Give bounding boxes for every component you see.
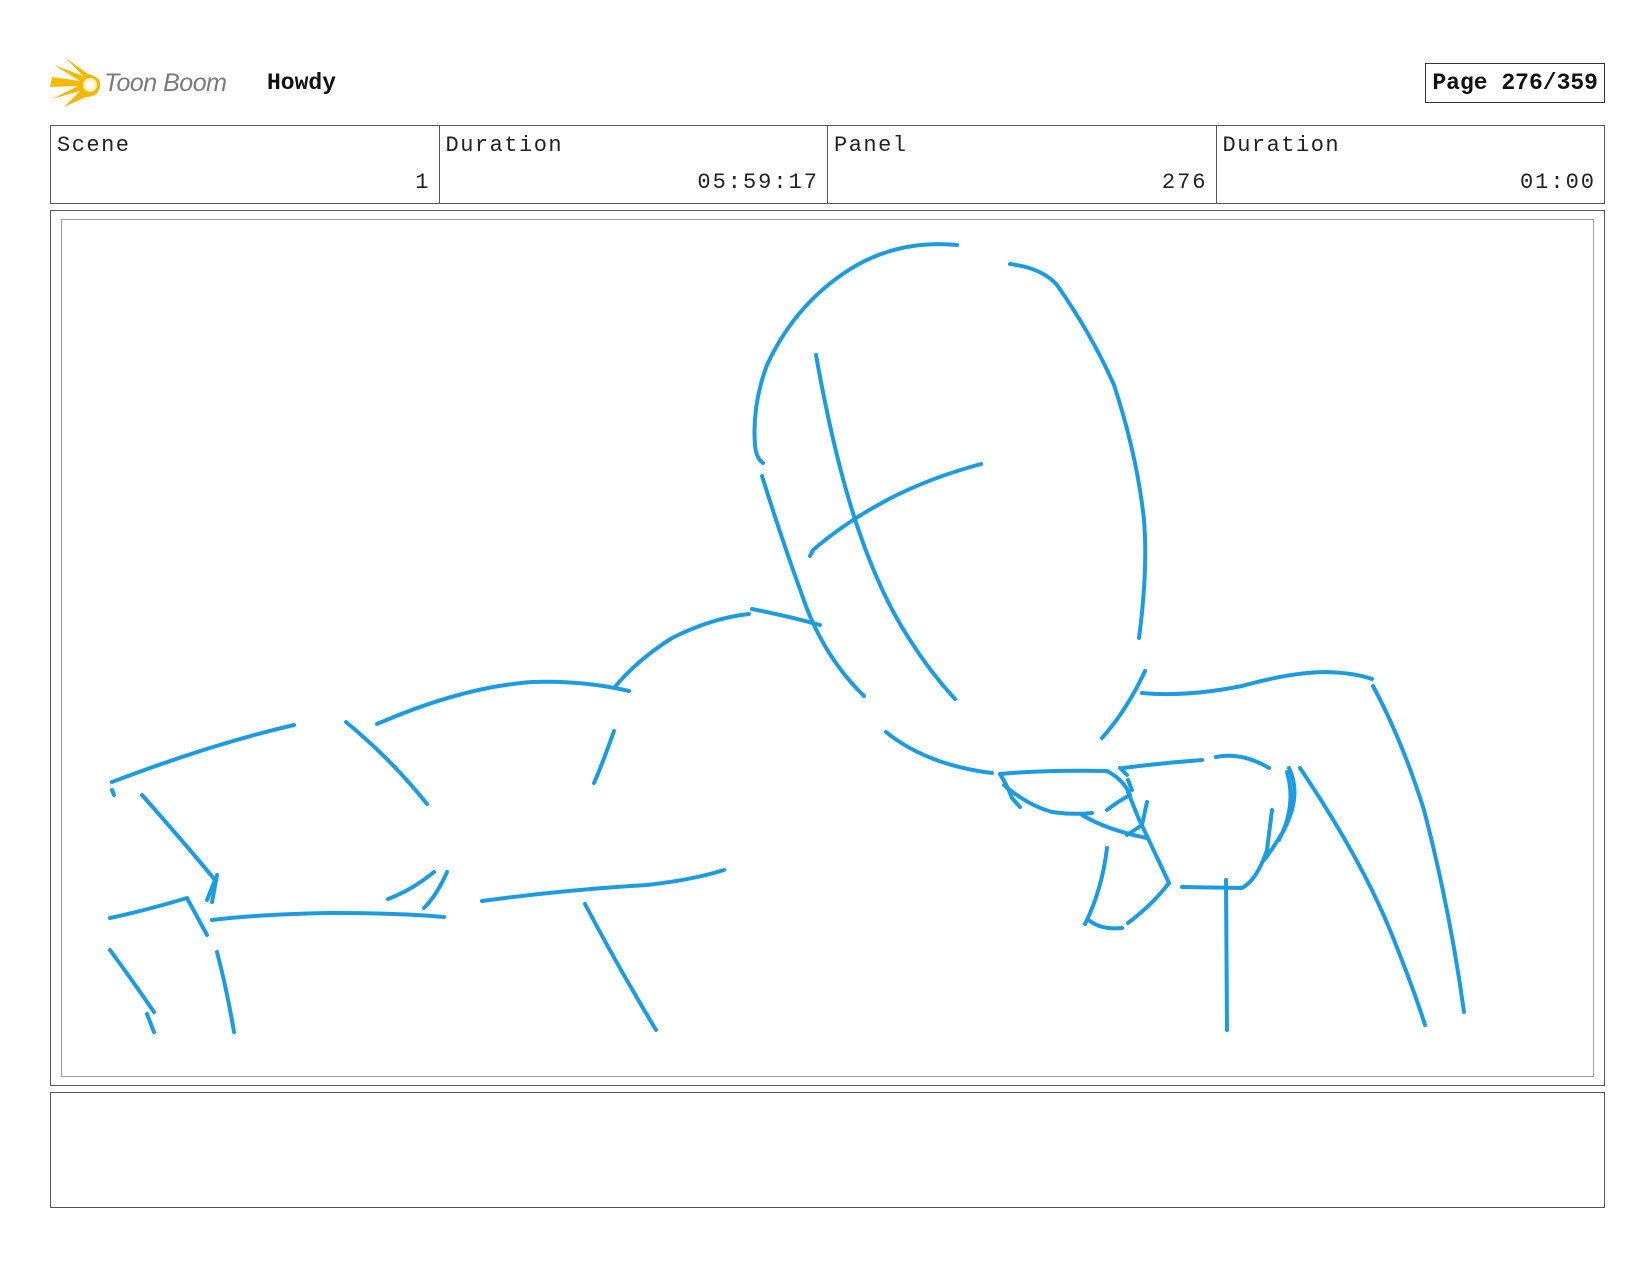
page-number: Page 276/359 (1425, 63, 1605, 103)
panel-label: Panel (834, 133, 908, 158)
panel-duration-cell: Duration 01:00 (1215, 126, 1605, 203)
scene-duration-cell: Duration 05:59:17 (438, 126, 828, 203)
page-header: Toon Boom Howdy Page 276/359 (50, 55, 1605, 115)
scene-duration-value: 05:59:17 (697, 170, 819, 195)
sketch-drawing (108, 242, 1466, 1034)
panel-duration-label: Duration (1222, 133, 1341, 158)
storyboard-panel-image (61, 219, 1594, 1077)
scene-label: Scene (57, 133, 131, 158)
panel-value: 276 (1161, 170, 1208, 195)
scene-value: 1 (415, 170, 431, 195)
logo-text: Toon Boom (104, 69, 227, 97)
flame-icon (50, 58, 101, 107)
project-title: Howdy (267, 70, 337, 96)
toon-boom-logo: Toon Boom (50, 55, 250, 115)
scene-info-table: Scene 1 Duration 05:59:17 Panel 276 Dura… (50, 125, 1605, 204)
scene-cell: Scene 1 (51, 126, 439, 203)
panel-duration-value: 01:00 (1519, 170, 1596, 195)
storyboard-panel-frame (50, 210, 1605, 1086)
panel-cell: Panel 276 (827, 126, 1216, 203)
panel-notes-box (50, 1092, 1605, 1208)
scene-duration-label: Duration (445, 133, 564, 158)
